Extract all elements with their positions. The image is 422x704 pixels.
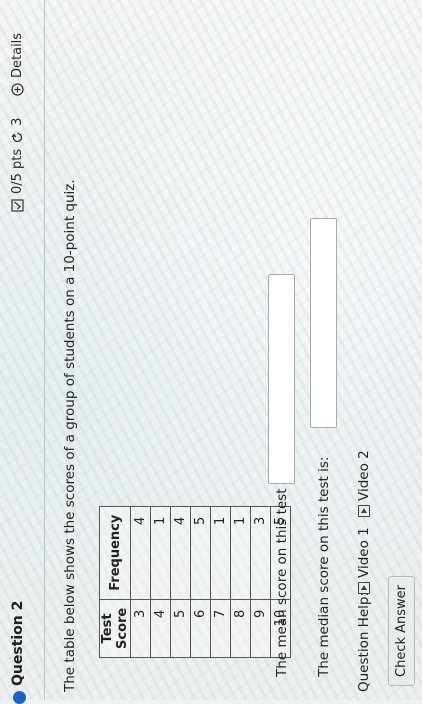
video-play-icon <box>358 505 370 517</box>
question-panel: Question 2 0/5 pts 3 Details The table b… <box>0 0 422 704</box>
details-icon <box>11 83 24 96</box>
score-cell: 5 <box>170 599 191 658</box>
table-row: 6 5 <box>190 506 211 658</box>
frequency-cell: 1 <box>230 506 251 600</box>
table-row: 7 1 <box>210 506 231 658</box>
frequency-table: Test Score Frequency 3 4 4 1 5 4 6 5 7 1… <box>99 505 291 658</box>
score-cell: 3 <box>130 599 151 658</box>
video-1-link[interactable]: Video 1 <box>356 527 372 594</box>
frequency-cell: 5 <box>190 506 211 600</box>
frequency-cell: 3 <box>250 506 271 600</box>
score-cell: 6 <box>190 599 211 658</box>
details-link[interactable]: Details <box>10 33 25 96</box>
frequency-cell: 1 <box>210 506 231 600</box>
video-play-icon <box>358 582 370 594</box>
question-title: Question 2 <box>10 600 26 686</box>
frequency-cell: 4 <box>170 506 191 600</box>
details-label[interactable]: Details <box>10 33 25 78</box>
question-status-dot-icon <box>13 691 26 704</box>
frequency-cell: 4 <box>130 506 151 600</box>
retry-icon <box>11 131 24 144</box>
question-header: Question 2 0/5 pts 3 Details <box>0 0 42 704</box>
frequency-cell: 1 <box>150 506 171 600</box>
score-cell: 9 <box>250 599 271 658</box>
table-row: 8 1 <box>230 506 251 658</box>
header-divider <box>44 0 45 700</box>
table-row: 5 4 <box>170 506 191 658</box>
score-box-icon <box>11 199 24 212</box>
table-header-row: Test Score Frequency <box>99 506 131 658</box>
score-cell: 4 <box>150 599 171 658</box>
score-status: 0/5 pts 3 <box>10 118 25 212</box>
video-2-label[interactable]: Video 2 <box>356 450 372 501</box>
median-answer-input[interactable] <box>310 218 337 428</box>
mean-label: The mean score on this test is: <box>274 468 290 677</box>
column-header-frequency: Frequency <box>99 506 131 600</box>
score-cell: 8 <box>230 599 251 658</box>
table-row: 3 4 <box>130 506 151 658</box>
question-help-label: Question Help: <box>356 592 372 692</box>
score-cell: 7 <box>210 599 231 658</box>
points-text: 0/5 pts <box>10 148 25 194</box>
column-header-test-score: Test Score <box>99 599 131 658</box>
question-prompt: The table below shows the scores of a gr… <box>62 179 78 692</box>
mean-answer-input[interactable] <box>268 274 295 484</box>
attempts-count: 3 <box>10 117 25 126</box>
check-answer-button[interactable]: Check Answer <box>388 575 415 686</box>
video-2-link[interactable]: Video 2 <box>356 450 372 517</box>
video-1-label[interactable]: Video 1 <box>356 527 372 578</box>
table-row: 4 1 <box>150 506 171 658</box>
median-label: The median score on this test is: <box>316 456 332 677</box>
table-row: 9 3 <box>250 506 271 658</box>
